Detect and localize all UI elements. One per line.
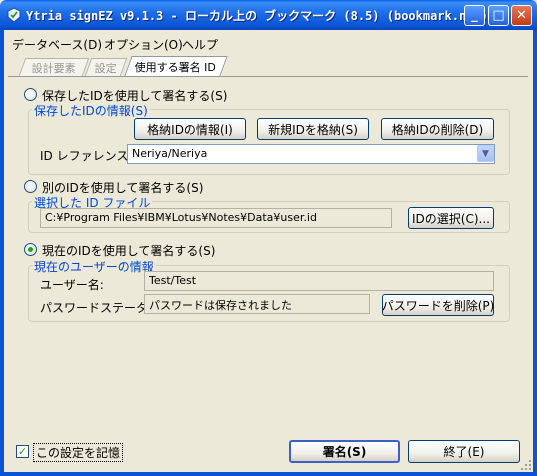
password-status-field: パスワードは保存されました — [144, 294, 370, 314]
menu-help[interactable]: ヘルプ — [182, 36, 218, 53]
user-name-label: ユーザー名: — [40, 278, 104, 292]
remember-settings-checkbox[interactable]: ✓ — [16, 445, 29, 458]
radio-current-id[interactable] — [24, 243, 37, 256]
maximize-button[interactable]: □ — [488, 5, 509, 26]
radio-saved-id[interactable] — [24, 88, 37, 101]
window-frame-left — [0, 30, 4, 476]
checkmark-icon: ✓ — [17, 445, 28, 458]
exit-button[interactable]: 終了(E) — [408, 440, 520, 463]
tab-panel-border — [8, 76, 528, 77]
saved-id-group-title: 保存したIDの情報(S) — [32, 102, 150, 119]
select-id-button[interactable]: IDの選択(C)... — [408, 207, 494, 229]
id-reference-select[interactable]: Neriya/Neriya — [127, 144, 495, 164]
current-user-group-title: 現在のユーザーの情報 — [32, 258, 156, 275]
id-file-path-field: C:¥Program Files¥IBM¥Lotus¥Notes¥Data¥us… — [40, 208, 392, 228]
resize-grip-icon[interactable] — [520, 459, 532, 471]
tab-design-elements[interactable]: 設計要素 — [18, 58, 90, 76]
tab-signing-id[interactable]: 使用する署名 ID — [124, 56, 228, 76]
minimize-button[interactable]: _ — [464, 5, 485, 26]
radio-current-id-label[interactable]: 現在のIDを使用して署名する(S) — [42, 242, 215, 259]
chevron-down-icon[interactable]: ▼ — [477, 145, 494, 162]
menu-database[interactable]: データベース(D) — [12, 36, 102, 53]
sign-button-label: 署名(S) — [322, 445, 367, 459]
menu-options[interactable]: オプション(O) — [104, 36, 183, 53]
user-name-field: Test/Test — [144, 271, 494, 291]
store-new-id-button[interactable]: 新規IDを格納(S) — [257, 118, 369, 140]
tab-settings[interactable]: 設定 — [84, 58, 128, 76]
delete-password-button[interactable]: パスワードを削除(P) — [382, 294, 494, 316]
radio-other-id[interactable] — [24, 180, 37, 193]
remember-settings-label[interactable]: この設定を記憶 — [33, 443, 124, 462]
window-title: Ytria signEZ v9.1.3 - ローカル上の ブックマーク (8.5… — [26, 9, 488, 23]
id-reference-label: ID レファレンス: — [40, 149, 133, 163]
app-icon — [7, 7, 21, 23]
delete-stored-id-button[interactable]: 格納IDの削除(D) — [381, 118, 494, 140]
window-frame-right — [533, 30, 537, 476]
close-button[interactable]: ✕ — [511, 5, 532, 26]
id-reference-value: Neriya/Neriya — [132, 147, 208, 160]
sign-button[interactable]: 署名(S) — [289, 440, 400, 463]
stored-id-info-button[interactable]: 格納IDの情報(I) — [134, 118, 246, 140]
window-frame-bottom — [0, 472, 537, 476]
